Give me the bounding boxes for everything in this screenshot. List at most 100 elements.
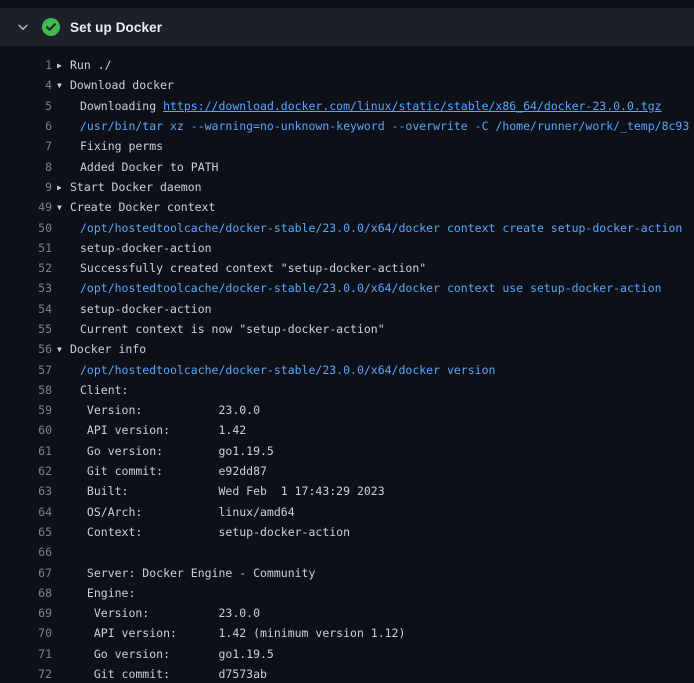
line-number[interactable]: 54 [0,302,52,316]
log-line: 55 Current context is now "setup-docker-… [0,319,694,339]
line-content: ▼Docker info [52,342,694,356]
line-number[interactable]: 64 [0,505,52,519]
line-number[interactable]: 72 [0,667,52,681]
line-number[interactable]: 67 [0,566,52,580]
chevron-down-icon[interactable] [14,18,32,36]
line-number[interactable]: 55 [0,322,52,336]
line-content: /opt/hostedtoolcache/docker-stable/23.0.… [52,221,694,235]
line-number[interactable]: 65 [0,525,52,539]
line-content: OS/Arch: linux/amd64 [52,505,694,519]
log-line: 60 API version: 1.42 [0,420,694,440]
line-number[interactable]: 7 [0,139,52,153]
log-text: Client: [80,383,128,397]
line-number[interactable]: 5 [0,99,52,113]
line-number[interactable]: 68 [0,586,52,600]
line-number[interactable]: 71 [0,647,52,661]
line-number[interactable]: 60 [0,423,52,437]
log-line: 6 /usr/bin/tar xz --warning=no-unknown-k… [0,116,694,136]
log-group-line[interactable]: 49 ▼Create Docker context [0,197,694,217]
line-number[interactable]: 4 [0,78,52,92]
log-text: API version: 1.42 [80,423,246,437]
log-text: Git commit: e92dd87 [80,464,267,478]
line-number[interactable]: 52 [0,261,52,275]
line-number[interactable]: 1 [0,58,52,72]
triangle-expanded-icon[interactable]: ▼ [57,81,70,90]
log-group-line[interactable]: 56 ▼Docker info [0,339,694,359]
line-content: Version: 23.0.0 [52,606,694,620]
log-group-line[interactable]: 4 ▼Download docker [0,75,694,95]
line-number[interactable]: 69 [0,606,52,620]
log-text: Successfully created context "setup-dock… [80,261,426,275]
line-number[interactable]: 6 [0,119,52,133]
line-number[interactable]: 62 [0,464,52,478]
log-line: 66 [0,542,694,562]
log-text: OS/Arch: linux/amd64 [80,505,295,519]
line-content: Git commit: e92dd87 [52,464,694,478]
log-text: Engine: [80,586,135,600]
line-number[interactable]: 63 [0,484,52,498]
log-text: Create Docker context [70,200,215,214]
line-content: Fixing perms [52,139,694,153]
line-content: Git commit: d7573ab [52,667,694,681]
line-number[interactable]: 9 [0,180,52,194]
line-content: Go version: go1.19.5 [52,444,694,458]
line-number[interactable]: 58 [0,383,52,397]
log-line: 64 OS/Arch: linux/amd64 [0,502,694,522]
line-content: Client: [52,383,694,397]
log-group-line[interactable]: 1 ▶Run ./ [0,55,694,75]
log-text: Built: Wed Feb 1 17:43:29 2023 [80,484,385,498]
line-content: Engine: [52,586,694,600]
log-text: Downloading [80,99,163,113]
line-number[interactable]: 59 [0,403,52,417]
log-line: 54 setup-docker-action [0,299,694,319]
log-line: 7 Fixing perms [0,136,694,156]
line-number[interactable]: 49 [0,200,52,214]
line-number[interactable]: 8 [0,160,52,174]
log-line: 70 API version: 1.42 (minimum version 1.… [0,623,694,643]
triangle-collapsed-icon[interactable]: ▶ [57,183,70,192]
log-text: Version: 23.0.0 [80,606,260,620]
line-content: ▶Run ./ [52,58,694,72]
log-line: 59 Version: 23.0.0 [0,400,694,420]
log-line: 50 /opt/hostedtoolcache/docker-stable/23… [0,217,694,237]
line-content: Version: 23.0.0 [52,403,694,417]
log-text: Git commit: d7573ab [80,667,267,681]
log-text: Server: Docker Engine - Community [80,566,315,580]
triangle-expanded-icon[interactable]: ▼ [57,203,70,212]
line-number[interactable]: 70 [0,626,52,640]
log-text: API version: 1.42 (minimum version 1.12) [80,626,405,640]
line-number[interactable]: 61 [0,444,52,458]
log-text: Context: setup-docker-action [80,525,350,539]
log-line: 69 Version: 23.0.0 [0,603,694,623]
log-group-line[interactable]: 9 ▶Start Docker daemon [0,177,694,197]
line-content: /opt/hostedtoolcache/docker-stable/23.0.… [52,281,694,295]
log-command-text: /opt/hostedtoolcache/docker-stable/23.0.… [80,281,662,295]
log-line: 62 Git commit: e92dd87 [0,461,694,481]
log-link[interactable]: https://download.docker.com/linux/static… [163,99,662,113]
log-text: setup-docker-action [80,302,212,316]
log-line: 63 Built: Wed Feb 1 17:43:29 2023 [0,481,694,501]
line-content: Current context is now "setup-docker-act… [52,322,694,336]
log-line: 72 Git commit: d7573ab [0,664,694,683]
check-circle-icon [42,18,60,36]
line-content: ▶Start Docker daemon [52,180,694,194]
line-number[interactable]: 50 [0,221,52,235]
triangle-collapsed-icon[interactable]: ▶ [57,61,70,70]
line-number[interactable]: 57 [0,363,52,377]
log-line: 57 /opt/hostedtoolcache/docker-stable/23… [0,359,694,379]
line-number[interactable]: 51 [0,241,52,255]
line-content: Go version: go1.19.5 [52,647,694,661]
line-number[interactable]: 53 [0,281,52,295]
line-content: setup-docker-action [52,241,694,255]
log-line: 8 Added Docker to PATH [0,156,694,176]
log-command-text: /usr/bin/tar xz --warning=no-unknown-key… [80,119,689,133]
log-text: Fixing perms [80,139,163,153]
line-number[interactable]: 66 [0,545,52,559]
log-text: Version: 23.0.0 [80,403,260,417]
log-line: 65 Context: setup-docker-action [0,522,694,542]
line-content: ▼Create Docker context [52,200,694,214]
triangle-expanded-icon[interactable]: ▼ [57,345,70,354]
log-text: setup-docker-action [80,241,212,255]
step-header[interactable]: Set up Docker [0,8,694,46]
line-number[interactable]: 56 [0,342,52,356]
